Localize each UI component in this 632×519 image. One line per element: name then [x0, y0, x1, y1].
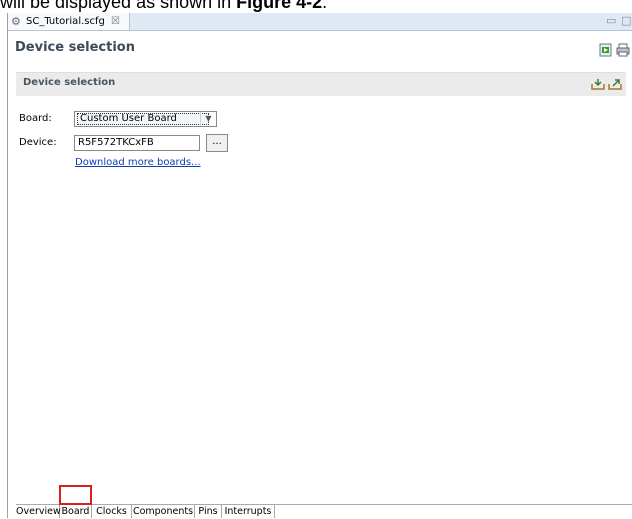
tab-board[interactable]: Board [60, 505, 92, 518]
maximize-icon[interactable]: □ [621, 14, 631, 28]
print-icon[interactable] [616, 43, 630, 57]
section-title: Device selection [23, 77, 116, 88]
import-icon[interactable] [591, 78, 606, 90]
editor-window: ⚙ SC_Tutorial.scfg ☒ ▭ □ Device selectio… [7, 13, 632, 519]
editor-tab-bar: ⚙ SC_Tutorial.scfg ☒ ▭ □ [8, 13, 632, 31]
device-selection-section-header: Device selection [16, 72, 626, 96]
gear-icon: ⚙ [11, 15, 21, 28]
browse-device-button[interactable]: ... [206, 134, 228, 152]
generate-code-icon[interactable] [599, 43, 613, 57]
download-more-boards-link[interactable]: Download more boards... [75, 157, 201, 168]
editor-tab[interactable]: ⚙ SC_Tutorial.scfg ☒ [8, 13, 130, 30]
tab-overview[interactable]: Overview [16, 505, 61, 518]
device-field[interactable]: R5F572TKCxFB [74, 135, 200, 151]
export-icon[interactable] [608, 78, 623, 90]
chevron-down-icon[interactable]: ▼ [200, 112, 216, 126]
document-caption: will be displayed as shown in Figure 4-2… [0, 0, 632, 13]
minimize-icon[interactable]: ▭ [606, 14, 616, 28]
board-select-value: Custom User Board [77, 113, 209, 125]
tab-interrupts[interactable]: Interrupts [222, 505, 275, 518]
tab-components[interactable]: Components [132, 505, 195, 518]
board-label: Board: [19, 113, 52, 124]
device-label: Device: [19, 137, 57, 148]
caption-end: . [322, 0, 328, 12]
close-icon[interactable]: ☒ [111, 13, 120, 30]
board-select[interactable]: Custom User Board ▼ [74, 111, 217, 127]
tab-pins[interactable]: Pins [195, 505, 222, 518]
caption-text: will be displayed as shown in [0, 0, 237, 12]
tab-clocks[interactable]: Clocks [92, 505, 132, 518]
page-title: Device selection [15, 40, 135, 55]
caption-figure-ref: Figure 4-2 [236, 0, 323, 12]
editor-tab-title: SC_Tutorial.scfg [26, 16, 105, 27]
board-tab-highlight [59, 485, 92, 505]
editor-page-tabs: Overview Board Clocks Components Pins In… [16, 504, 632, 519]
